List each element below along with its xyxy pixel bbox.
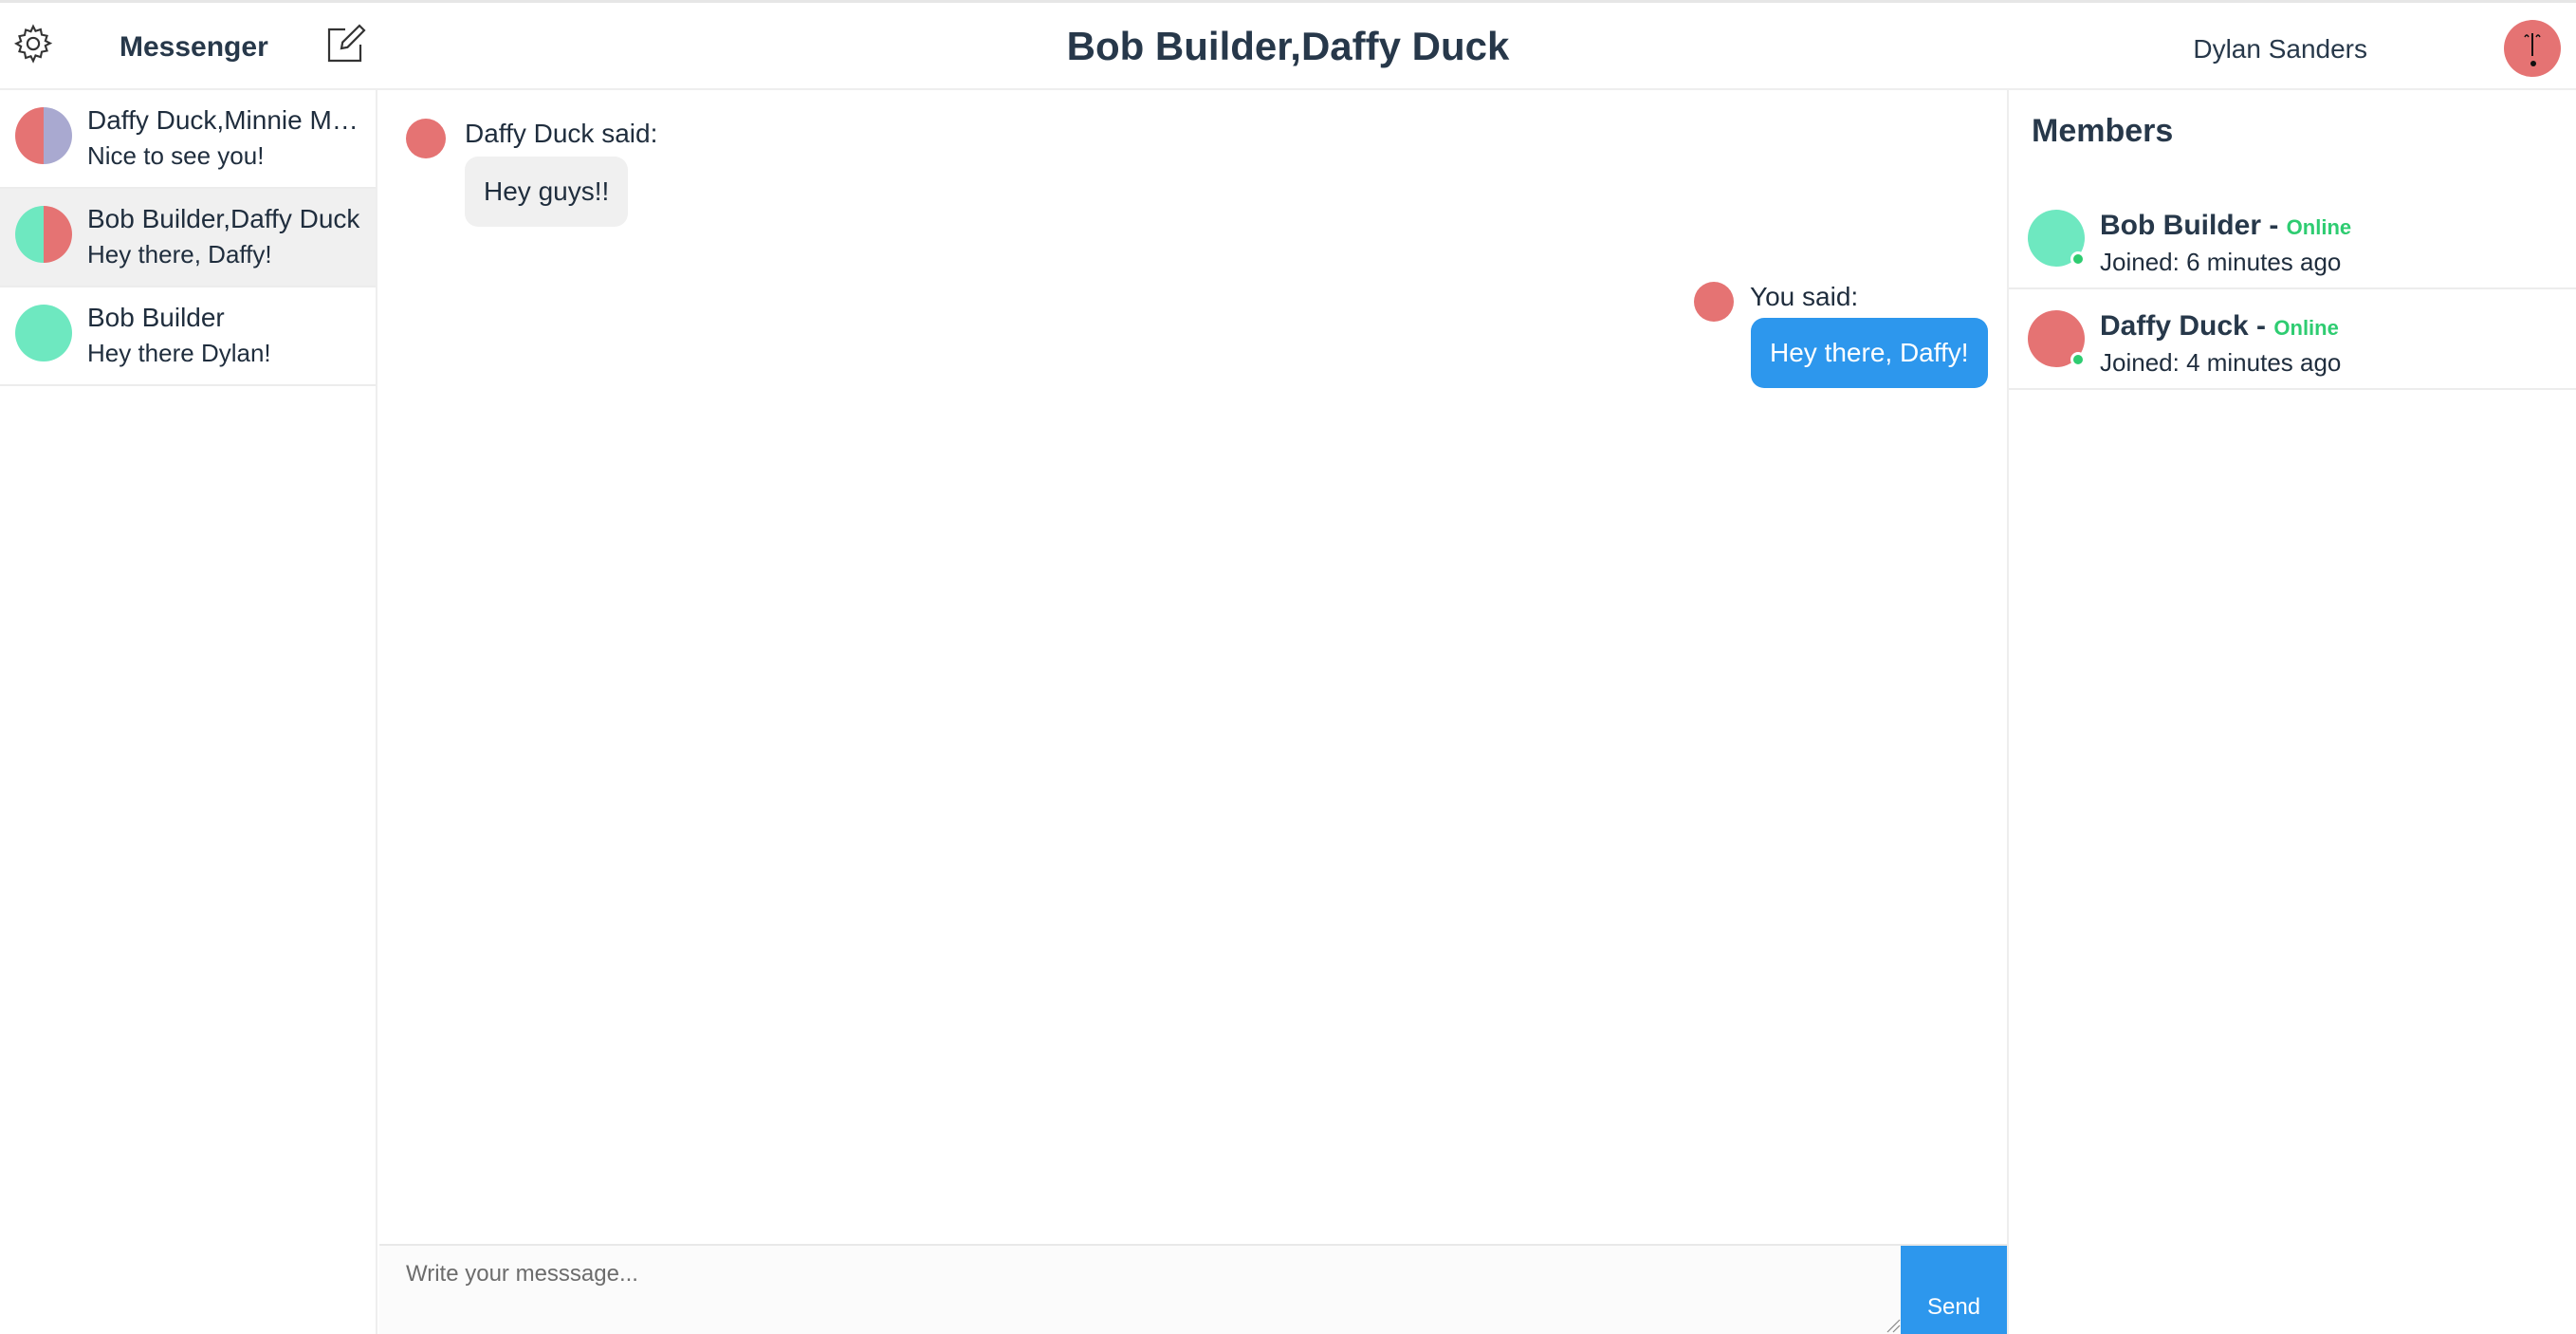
member-separator: - xyxy=(2248,310,2274,342)
online-status-dot xyxy=(2070,251,2086,267)
member-joined: Joined: 4 minutes ago xyxy=(2100,348,2342,377)
conversation-preview: Nice to see you! xyxy=(87,141,265,170)
sender-avatar xyxy=(406,119,446,158)
message-input[interactable] xyxy=(379,1246,1901,1334)
sender-avatar xyxy=(1694,282,1734,322)
member-joined: Joined: 6 minutes ago xyxy=(2100,248,2342,276)
members-panel: Members Bob Builder - Online Joined: 6 m… xyxy=(2007,90,2576,1334)
member-row[interactable]: Bob Builder - Online Joined: 6 minutes a… xyxy=(2009,189,2576,289)
user-avatar[interactable] xyxy=(2504,20,2561,77)
resize-grip-icon[interactable] xyxy=(1886,1318,1901,1333)
conversation-preview: Hey there Dylan! xyxy=(87,339,271,367)
member-status: Online xyxy=(2286,215,2352,239)
group-avatar xyxy=(15,206,72,263)
online-status-dot xyxy=(2070,352,2086,367)
conversation-item[interactable]: Daffy Duck,Minnie Mouse Nice to see you! xyxy=(0,90,376,189)
conversation-item-active[interactable]: Bob Builder,Daffy Duck Hey there, Daffy! xyxy=(0,189,376,287)
message-bubble: Hey guys!! xyxy=(465,157,629,227)
conversation-name: Bob Builder,Daffy Duck xyxy=(87,204,360,233)
conversation-sidebar: Daffy Duck,Minnie Mouse Nice to see you!… xyxy=(0,90,377,1334)
conversation-title: Bob Builder,Daffy Duck xyxy=(1066,24,1510,68)
member-status: Online xyxy=(2273,316,2339,340)
message-sender-label: You said: xyxy=(1750,282,1859,311)
conversation-name: Bob Builder xyxy=(87,303,225,332)
member-separator: - xyxy=(2261,210,2287,241)
member-name: Bob Builder xyxy=(2100,210,2261,241)
message-sender-label: Daffy Duck said: xyxy=(465,119,658,148)
conversation-item[interactable]: Bob Builder Hey there Dylan! xyxy=(0,287,376,386)
contact-avatar xyxy=(15,305,72,361)
face-icon xyxy=(2524,33,2541,66)
conversation-preview: Hey there, Daffy! xyxy=(87,240,272,269)
member-name: Daffy Duck xyxy=(2100,310,2249,342)
message-bubble-own: Hey there, Daffy! xyxy=(1751,318,1988,388)
message-thread: Daffy Duck said: Hey guys!! You said: He… xyxy=(379,90,2007,1244)
member-row[interactable]: Daffy Duck - Online Joined: 4 minutes ag… xyxy=(2009,289,2576,390)
conversation-name: Daffy Duck,Minnie Mouse xyxy=(87,105,364,135)
group-avatar xyxy=(15,107,72,164)
message-composer: Send xyxy=(379,1244,2007,1334)
app-header: Messenger Bob Builder,Daffy Duck Dylan S… xyxy=(0,3,2576,90)
send-button[interactable]: Send xyxy=(1901,1246,2007,1334)
current-user-name[interactable]: Dylan Sanders xyxy=(2193,34,2367,65)
members-title: Members xyxy=(2032,113,2174,149)
